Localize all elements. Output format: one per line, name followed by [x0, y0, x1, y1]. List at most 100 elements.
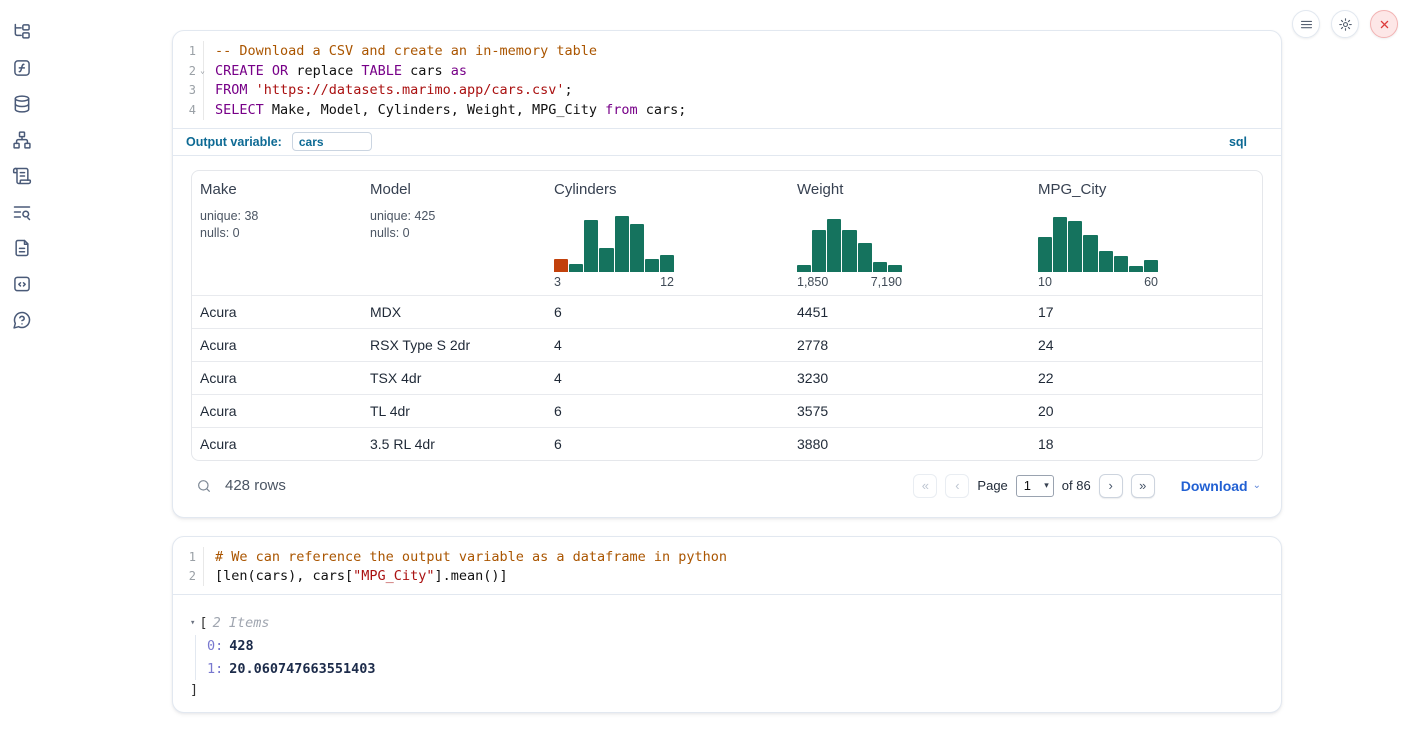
histogram-bar [584, 220, 598, 272]
histogram-bar [615, 216, 629, 272]
python-code-editor[interactable]: 1# We can reference the output variable … [173, 537, 1281, 594]
page-number-select[interactable]: 1 ▾ [1016, 475, 1054, 497]
column-title: Model [370, 181, 540, 198]
sql-code-editor[interactable]: 1-- Download a CSV and create an in-memo… [173, 31, 1281, 128]
histogram-bar [812, 230, 826, 272]
tree-entry: 0:428 [207, 635, 1263, 658]
histogram-bar [1144, 260, 1158, 272]
line-number: 1 [173, 547, 204, 567]
table-cell: 6 [546, 304, 789, 320]
code-token: SELECT [215, 102, 264, 118]
code-text[interactable]: CREATE OR replace TABLE cars as [204, 63, 467, 79]
line-number: 1 [173, 41, 204, 61]
page-number-value: 1 [1024, 478, 1031, 493]
last-page-icon: » [1139, 478, 1146, 493]
histogram-bar [797, 265, 811, 272]
column-header[interactable]: Makeunique: 38nulls: 0 [192, 171, 362, 295]
tree-entry-index: 1: [207, 661, 223, 677]
axis-max-label: 60 [1144, 275, 1158, 289]
histogram-bar [1083, 235, 1097, 271]
table-row: Acura3.5 RL 4dr6388018 [192, 427, 1262, 460]
line-number: 4 [173, 100, 204, 120]
data-table: Make unique: 38 nulls: 0 Model unique: 425nu… [191, 170, 1263, 461]
column-header[interactable]: Model unique: 425nulls: 0 [362, 171, 546, 295]
histogram-bar [858, 243, 872, 272]
scratchpad-icon[interactable] [12, 274, 32, 294]
settings-button[interactable] [1331, 10, 1359, 38]
histogram-bar [1053, 217, 1067, 271]
column-header[interactable]: Weight1,8507,190 [789, 171, 1030, 295]
table-cell: Acura [192, 403, 362, 419]
code-token: TABLE [361, 63, 402, 79]
file-tree-icon[interactable] [12, 22, 32, 42]
last-page-button[interactable]: » [1131, 474, 1155, 498]
documentation-icon[interactable] [12, 238, 32, 258]
code-text[interactable]: # We can reference the output variable a… [204, 549, 727, 565]
search-button[interactable] [193, 475, 215, 497]
column-header[interactable]: Cylinders312 [546, 171, 789, 295]
code-token: cars [402, 63, 451, 79]
snippets-icon[interactable] [12, 166, 32, 186]
sql-cell: 1-- Download a CSV and create an in-memo… [172, 30, 1282, 518]
functions-icon[interactable] [12, 58, 32, 78]
histogram-bar [1129, 266, 1143, 272]
column-title: Make [200, 181, 356, 198]
download-button[interactable]: Download ⌄ [1181, 478, 1261, 494]
collapse-chevron-icon[interactable]: ▾ [190, 618, 195, 628]
table-cell: 20 [1030, 403, 1262, 419]
help-icon[interactable] [12, 310, 32, 330]
code-token [248, 82, 256, 98]
code-text[interactable]: -- Download a CSV and create an in-memor… [204, 43, 597, 59]
fold-chevron-icon[interactable]: ⌄ [200, 67, 205, 75]
table-cell: 3230 [789, 370, 1030, 386]
table-cell: 2778 [789, 337, 1030, 353]
column-stat: unique: 38 [200, 208, 356, 225]
table-footer: 428 rows « ‹ Page 1 ▾ of 86 › [191, 461, 1263, 505]
code-token: OR [272, 63, 288, 79]
table-cell: MDX [362, 304, 546, 320]
logs-search-icon[interactable] [12, 202, 32, 222]
column-header[interactable]: MPG_City1060 [1030, 171, 1262, 295]
notebook-cells: 1-- Download a CSV and create an in-memo… [172, 30, 1282, 713]
shutdown-button[interactable] [1370, 10, 1398, 38]
table-row: AcuraRSX Type S 2dr4277824 [192, 328, 1262, 361]
language-badge: sql [1229, 135, 1247, 149]
line-number: 2 [173, 566, 204, 586]
dependencies-icon[interactable] [12, 130, 32, 150]
tree-entry-value: 20.060747663551403 [229, 661, 375, 677]
table-cell: 4 [546, 370, 789, 386]
histogram-axis-labels: 10 60 [1038, 275, 1158, 289]
code-text[interactable]: [len(cars), cars["MPG_City"].mean()] [204, 568, 508, 584]
table-header-row: Make unique: 38 nulls: 0 Model unique: 425nu… [192, 171, 1262, 295]
histogram-bar [1068, 221, 1082, 271]
histogram-bar [1114, 256, 1128, 272]
code-token: FROM [215, 82, 248, 98]
code-text[interactable]: SELECT Make, Model, Cylinders, Weight, M… [204, 102, 686, 118]
page-label: Page [977, 478, 1007, 493]
histogram-bar [569, 264, 583, 271]
table-cell: 24 [1030, 337, 1262, 353]
code-token: 'https://datasets.marimo.app/cars.csv' [256, 82, 565, 98]
column-stat: nulls: 0 [370, 225, 540, 242]
page-total-label: of 86 [1062, 478, 1091, 493]
axis-min-label: 10 [1038, 275, 1052, 289]
histogram-bar [645, 259, 659, 271]
histogram-axis-labels: 312 [554, 275, 674, 289]
histogram-bar [827, 219, 841, 272]
next-page-button[interactable]: › [1099, 474, 1123, 498]
histogram-bar [873, 262, 887, 272]
sidebar-panel-icons [12, 22, 32, 330]
column-histogram: 1,8507,190 [797, 216, 902, 289]
column-stats: unique: 425nulls: 0 [370, 208, 540, 242]
prev-page-button[interactable]: ‹ [945, 474, 969, 498]
shutdown-close-icon [1377, 17, 1392, 32]
column-histogram: 312 [554, 216, 674, 289]
code-line: 1-- Download a CSV and create an in-memo… [173, 41, 1281, 61]
histogram-bar [630, 224, 644, 272]
code-text[interactable]: FROM 'https://datasets.marimo.app/cars.c… [204, 82, 573, 98]
output-variable-input[interactable] [292, 132, 372, 151]
menu-button[interactable] [1292, 10, 1320, 38]
first-page-button[interactable]: « [913, 474, 937, 498]
line-number: 3 [173, 80, 204, 100]
datasources-icon[interactable] [12, 94, 32, 114]
